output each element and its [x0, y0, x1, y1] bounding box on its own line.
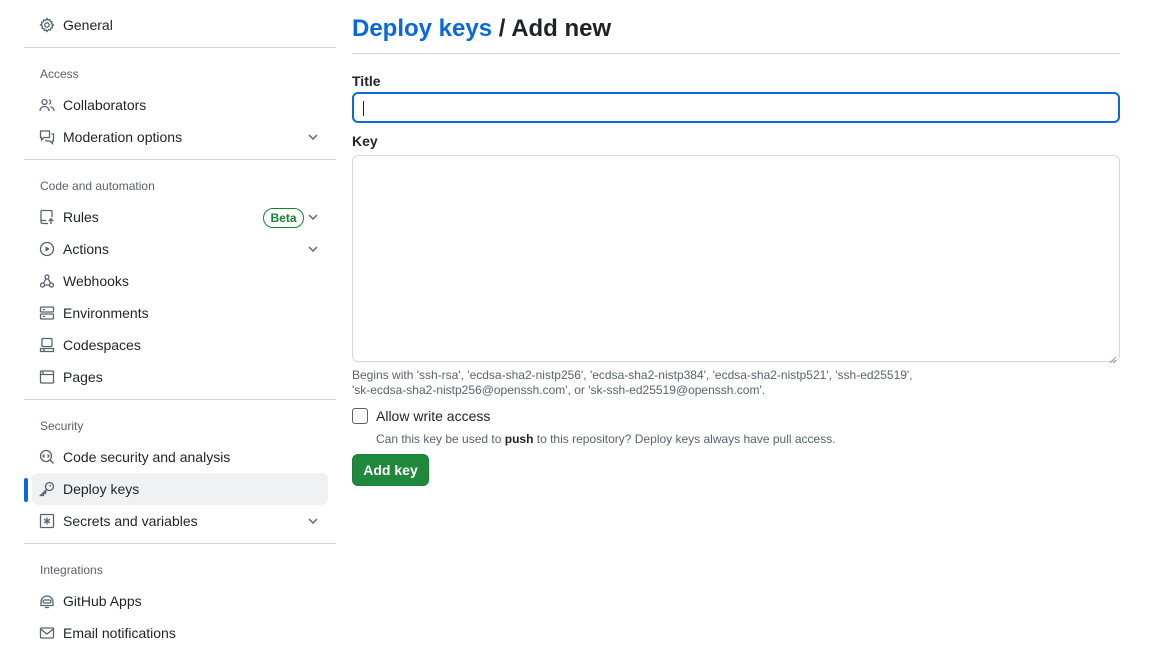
sidebar-item-label: Pages [63, 369, 103, 385]
sidebar-item-label: Codespaces [63, 337, 141, 353]
sidebar-item-pages[interactable]: Pages [32, 361, 328, 393]
text-caret [363, 101, 364, 116]
sidebar-item-github-apps[interactable]: GitHub Apps [32, 585, 328, 617]
sidebar-item-environments[interactable]: Environments [32, 297, 328, 329]
section-heading-integrations: Integrations [40, 563, 103, 577]
sidebar-item-codespaces[interactable]: Codespaces [32, 329, 328, 361]
sidebar-item-label: Collaborators [63, 97, 147, 113]
codespaces-icon [39, 337, 55, 353]
key-textarea[interactable] [352, 155, 1120, 364]
sidebar-item-secrets-and-variables[interactable]: Secrets and variables [32, 505, 328, 537]
title-input[interactable] [352, 92, 1120, 123]
webhook-icon [39, 273, 55, 289]
section-heading-code-and-automation: Code and automation [40, 179, 155, 193]
sidebar-item-label: Secrets and variables [63, 513, 198, 529]
sidebar-divider [24, 399, 336, 400]
gear-icon [39, 17, 55, 33]
sidebar-divider [24, 159, 336, 160]
sidebar-item-label: GitHub Apps [63, 593, 142, 609]
settings-sidebar: General Access Collaborators Moderation … [24, 0, 336, 663]
section-heading-access: Access [40, 67, 79, 81]
title-divider [352, 53, 1120, 54]
breadcrumb-deploy-keys[interactable]: Deploy keys [352, 15, 492, 42]
chevron-down-icon[interactable] [306, 514, 320, 528]
add-key-button[interactable]: Add key [352, 454, 429, 486]
sidebar-item-code-security[interactable]: Code security and analysis [32, 441, 328, 473]
allow-write-note: Can this key be used to push to this rep… [376, 432, 836, 446]
sidebar-item-deploy-keys[interactable]: Deploy keys [32, 473, 328, 505]
title-label: Title [352, 73, 381, 89]
key-icon [39, 481, 55, 497]
sidebar-item-label: General [63, 17, 113, 33]
deploy-key-form: Deploy keys / Add new Title Key Begins w… [352, 0, 1120, 663]
sidebar-item-rules[interactable]: Rules Beta [32, 201, 328, 233]
sidebar-item-email-notifications[interactable]: Email notifications [32, 617, 328, 649]
comment-discussion-icon [39, 129, 55, 145]
repo-push-icon [39, 209, 55, 225]
sidebar-item-label: Actions [63, 241, 109, 257]
sidebar-divider [24, 543, 336, 544]
people-icon [39, 97, 55, 113]
hubot-icon [39, 593, 55, 609]
browser-icon [39, 369, 55, 385]
sidebar-item-label: Webhooks [63, 273, 129, 289]
allow-write-label[interactable]: Allow write access [376, 408, 490, 424]
sidebar-item-label: Moderation options [63, 129, 183, 145]
chevron-down-icon[interactable] [306, 130, 320, 144]
sidebar-item-label: Code security and analysis [63, 449, 231, 465]
sidebar-item-webhooks[interactable]: Webhooks [32, 265, 328, 297]
beta-badge: Beta [263, 208, 304, 228]
sidebar-item-moderation-options[interactable]: Moderation options [32, 121, 328, 153]
sidebar-item-label: Deploy keys [63, 481, 140, 497]
sidebar-divider [24, 47, 336, 48]
note-bold-push: push [504, 432, 534, 446]
allow-write-checkbox[interactable] [352, 408, 368, 424]
codescan-icon [39, 449, 55, 465]
sidebar-item-general[interactable]: General [32, 9, 328, 41]
resize-grip-icon[interactable] [1109, 351, 1117, 364]
key-format-hint-line: 'sk-ecdsa-sha2-nistp256@openssh.com', or… [352, 383, 766, 397]
section-heading-security: Security [40, 419, 84, 433]
sidebar-item-label: Email notifications [63, 625, 176, 641]
page-title-suffix: / Add new [492, 15, 612, 42]
sidebar-item-collaborators[interactable]: Collaborators [32, 89, 328, 121]
mail-icon [39, 625, 55, 641]
key-format-hint: Begins with 'ssh-rsa', 'ecdsa-sha2-nistp… [352, 368, 952, 398]
sidebar-item-label: Environments [63, 305, 149, 321]
active-indicator [24, 478, 28, 502]
sidebar-item-actions[interactable]: Actions [32, 233, 328, 265]
note-text: Can this key be used to [376, 432, 505, 446]
chevron-down-icon[interactable] [306, 242, 320, 256]
key-asterisk-icon [39, 513, 55, 529]
note-text: to this repository? Deploy keys always h… [533, 432, 836, 446]
play-icon [39, 241, 55, 257]
page-title: Deploy keys / Add new [352, 14, 611, 44]
sidebar-item-label: Rules [63, 209, 99, 225]
server-icon [39, 305, 55, 321]
key-format-hint-line: Begins with 'ssh-rsa', 'ecdsa-sha2-nistp… [352, 368, 913, 382]
chevron-down-icon[interactable] [306, 210, 320, 224]
key-label: Key [352, 133, 378, 149]
